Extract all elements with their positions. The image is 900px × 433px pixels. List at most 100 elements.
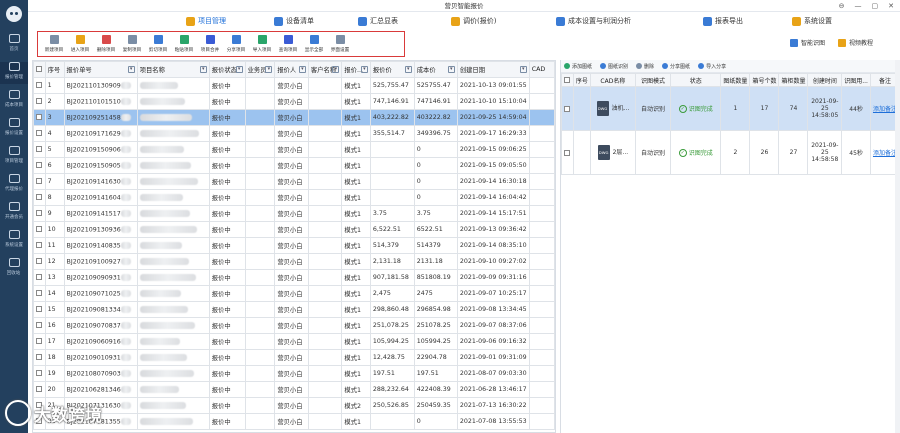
row-checkbox[interactable] (36, 274, 42, 280)
maximize-button[interactable]: ▢ (872, 0, 879, 12)
table-row[interactable]: 21 BJ202107131630 报价中 营贝小白 模式2 250,526.85 2504… (33, 397, 555, 414)
table-row[interactable]: 1 BJ202110130909 报价中 营贝小白 模式1 525,755.47 52575… (33, 77, 555, 94)
toolbar-button-9[interactable]: 查询项目 (276, 35, 301, 53)
cad-row[interactable]: DWG 2层... 自动识别 ✓ 识图完成 2 26 27 2021-09-25 14:58:5… (561, 130, 900, 175)
row-select-cell[interactable] (33, 77, 46, 94)
column-header[interactable]: 报价状态 ▾ (208, 61, 246, 78)
row-checkbox[interactable] (36, 162, 42, 168)
row-checkbox[interactable] (564, 149, 571, 156)
toolbar-button-0[interactable]: 新建项目 (42, 35, 67, 53)
cad-column-header[interactable]: 箱号个数 (749, 73, 780, 87)
filter-dropdown-icon[interactable]: ▾ (127, 66, 135, 73)
add-note-link[interactable]: 添加备注 (873, 150, 897, 157)
cad-tool-4[interactable]: 导入分享 (698, 63, 726, 70)
row-checkbox[interactable] (36, 98, 42, 104)
cad-column-header[interactable]: 序号 (572, 73, 591, 87)
row-checkbox[interactable] (36, 210, 42, 216)
row-checkbox[interactable] (36, 82, 42, 88)
row-select-cell[interactable] (33, 93, 46, 110)
cad-tool-2[interactable]: 删除 (636, 63, 654, 70)
column-header[interactable]: 业务员 ▾ (244, 61, 276, 78)
filter-dropdown-icon[interactable]: ▾ (235, 66, 243, 73)
cad-tool-0[interactable]: 添加图纸 (564, 63, 592, 70)
row-select-cell[interactable] (33, 173, 46, 190)
nav-tab-5[interactable]: 报表导出 (703, 16, 743, 26)
sidebar-item-1[interactable]: 报价管理 (0, 62, 28, 84)
filter-dropdown-icon[interactable]: ▾ (447, 66, 455, 73)
toolbar-button-7[interactable]: 分享项目 (224, 35, 249, 53)
table-row[interactable]: 4 BJ202109171629 报价中 营贝小白 模式1 355,514.7 349396… (33, 125, 555, 142)
row-select-cell[interactable] (33, 301, 46, 318)
table-row[interactable]: 8 BJ202109141604 报价中 营贝小白 模式1 0 2021-09-14 16:… (33, 189, 555, 206)
row-select-cell[interactable] (33, 285, 46, 302)
table-row[interactable]: 3 BJ202109251458 报价中 营贝小白 模式1 403,222.82 40322… (33, 109, 555, 126)
row-checkbox[interactable] (36, 322, 42, 328)
table-row[interactable]: 5 BJ202109150906 报价中 营贝小白 模式1 0 2021-09-15 09:… (33, 141, 555, 158)
table-row[interactable]: 7 BJ202109141630 报价中 营贝小白 模式1 0 2021-09-14 16:… (33, 173, 555, 190)
nav-tab-1[interactable]: 设备清单 (274, 16, 314, 26)
nav-tab-0[interactable]: 项目管理 (186, 16, 226, 26)
sidebar-item-2[interactable]: 成本项目 (0, 90, 28, 112)
toolbar-button-11[interactable]: 界面设置 (328, 35, 353, 53)
cad-tool-3[interactable]: 分享图纸 (662, 63, 690, 70)
sidebar-item-0[interactable]: 首页 (0, 34, 28, 56)
select-all-checkbox[interactable] (564, 77, 571, 83)
row-select-cell[interactable] (33, 221, 46, 238)
row-checkbox[interactable] (36, 194, 42, 200)
table-row[interactable]: 22 BJ202107081355 报价中 营贝小白 模式1 0 2021-07-08 13… (33, 413, 555, 430)
sidebar-item-4[interactable]: 项目管理 (0, 146, 28, 168)
table-row[interactable]: 12 BJ202109100927 报价中 营贝小白 模式1 2,131.18 2131.1… (33, 253, 555, 270)
toolbar-button-8[interactable]: 导入项目 (250, 35, 275, 53)
sidebar-item-3[interactable]: 报价设置 (0, 118, 28, 140)
row-select-cell[interactable] (33, 349, 46, 366)
cad-select-all[interactable] (561, 73, 574, 87)
cad-column-header[interactable]: 图纸数量 (720, 73, 751, 87)
filter-dropdown-icon[interactable]: ▾ (265, 66, 273, 73)
toolbar-button-1[interactable]: 进入项目 (68, 35, 93, 53)
table-row[interactable]: 20 BJ202106281346 报价中 营贝小白 模式1 288,232.64 4224… (33, 381, 555, 398)
cad-scrollbar[interactable] (895, 60, 900, 433)
filter-dropdown-icon[interactable]: ▾ (298, 66, 306, 73)
pin-icon[interactable]: ⊖ (839, 0, 845, 12)
row-select-cell[interactable] (33, 237, 46, 254)
column-header[interactable]: 客户名称 ▾ (307, 61, 343, 78)
select-all-checkbox[interactable] (36, 66, 42, 72)
right-tool-0[interactable]: 智能识图 (790, 38, 825, 47)
row-checkbox[interactable] (36, 226, 42, 232)
row-checkbox[interactable] (36, 386, 42, 392)
row-checkbox[interactable] (36, 258, 42, 264)
nav-tab-3[interactable]: 调价(报价) (451, 16, 496, 26)
sidebar-item-8[interactable]: 回收站 (0, 258, 28, 280)
table-row[interactable]: 11 BJ202109140835 报价中 营贝小白 模式1 514,379 514379 2… (33, 237, 555, 254)
toolbar-button-3[interactable]: 复制项目 (120, 35, 145, 53)
column-header[interactable]: 报价价 ▾ (369, 61, 415, 78)
column-header[interactable]: CAD (528, 61, 555, 78)
column-header[interactable]: 项目名称 ▾ (136, 61, 210, 78)
table-row[interactable]: 10 BJ202109130936 报价中 营贝小白 模式1 6,522.51 6522.5… (33, 221, 555, 238)
sidebar-item-6[interactable]: 开通会员 (0, 202, 28, 224)
table-row[interactable]: 13 BJ202109090931 报价中 营贝小白 模式1 907,181.58 8518… (33, 269, 555, 286)
row-select-cell[interactable] (33, 109, 46, 126)
filter-dropdown-icon[interactable]: ▾ (404, 66, 412, 73)
column-header[interactable]: 创建日期 ▾ (456, 61, 530, 78)
column-header[interactable]: 成本价 ▾ (413, 61, 458, 78)
row-checkbox[interactable] (36, 242, 42, 248)
table-row[interactable]: 16 BJ202109070837 报价中 营贝小白 模式1 251,078.25 2510… (33, 317, 555, 334)
row-select-cell[interactable] (33, 365, 46, 382)
table-row[interactable]: 17 BJ202109060916 报价中 营贝小白 模式1 105,994.25 1059… (33, 333, 555, 350)
column-header[interactable]: 报价人 ▾ (274, 61, 309, 78)
filter-dropdown-icon[interactable]: ▾ (519, 66, 527, 73)
filter-dropdown-icon[interactable]: ▾ (360, 66, 368, 73)
table-row[interactable]: 6 BJ202109150905 报价中 营贝小白 模式1 0 2021-09-15 09:… (33, 157, 555, 174)
row-checkbox[interactable] (36, 354, 42, 360)
close-button[interactable]: ✕ (888, 0, 894, 12)
row-checkbox[interactable] (36, 146, 42, 152)
nav-tab-4[interactable]: 成本设置与利润分析 (556, 16, 631, 26)
filter-dropdown-icon[interactable]: ▾ (199, 66, 207, 73)
row-checkbox[interactable] (564, 105, 571, 112)
cad-column-header[interactable]: 识图用... (841, 73, 871, 87)
row-select-cell[interactable] (33, 317, 46, 334)
nav-tab-2[interactable]: 汇总显表 (358, 16, 398, 26)
table-row[interactable]: 19 BJ202108070903 报价中 营贝小白 模式1 197.51 197.51 20… (33, 365, 555, 382)
row-select-cell[interactable] (33, 157, 46, 174)
